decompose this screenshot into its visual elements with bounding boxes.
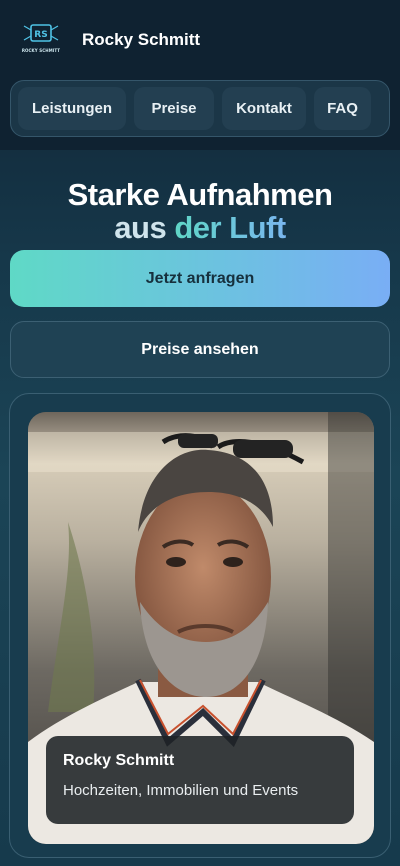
hero-title-line2: aus der Luft	[0, 211, 400, 244]
portrait-photo: Rocky Schmitt Hochzeiten, Immobilien und…	[28, 412, 374, 844]
brand-name[interactable]: Rocky Schmitt	[82, 30, 200, 50]
portrait-name: Rocky Schmitt	[63, 752, 175, 769]
logo-text: ROCKY SCHMITT	[21, 48, 61, 53]
brand[interactable]: RS ROCKY SCHMITT Rocky Schmitt	[20, 22, 200, 56]
nav-item-leistungen[interactable]: Leistungen	[18, 87, 126, 130]
portrait-subtitle: Hochzeiten, Immobilien und Events	[63, 782, 299, 799]
nav-item-faq[interactable]: FAQ	[314, 87, 371, 130]
portrait-caption: Rocky Schmitt Hochzeiten, Immobilien und…	[46, 736, 354, 824]
view-prices-button[interactable]: Preise ansehen	[10, 321, 390, 378]
hero-title-accent: der Luft	[174, 210, 286, 245]
nav-item-kontakt[interactable]: Kontakt	[222, 87, 306, 130]
svg-text:RS: RS	[34, 30, 47, 40]
logo-icon: RS ROCKY SCHMITT	[20, 22, 62, 56]
hero-title: Starke Aufnahmen aus der Luft	[0, 178, 400, 244]
site-header: RS ROCKY SCHMITT Rocky Schmitt Leistunge…	[0, 0, 400, 150]
main-nav: Leistungen Preise Kontakt FAQ	[10, 80, 390, 137]
hero-title-line1: Starke Aufnahmen	[67, 177, 333, 212]
hero-title-prefix: aus	[114, 210, 175, 245]
portrait-card: Rocky Schmitt Hochzeiten, Immobilien und…	[9, 393, 391, 858]
nav-item-preise[interactable]: Preise	[134, 87, 214, 130]
request-button[interactable]: Jetzt anfragen	[10, 250, 390, 307]
